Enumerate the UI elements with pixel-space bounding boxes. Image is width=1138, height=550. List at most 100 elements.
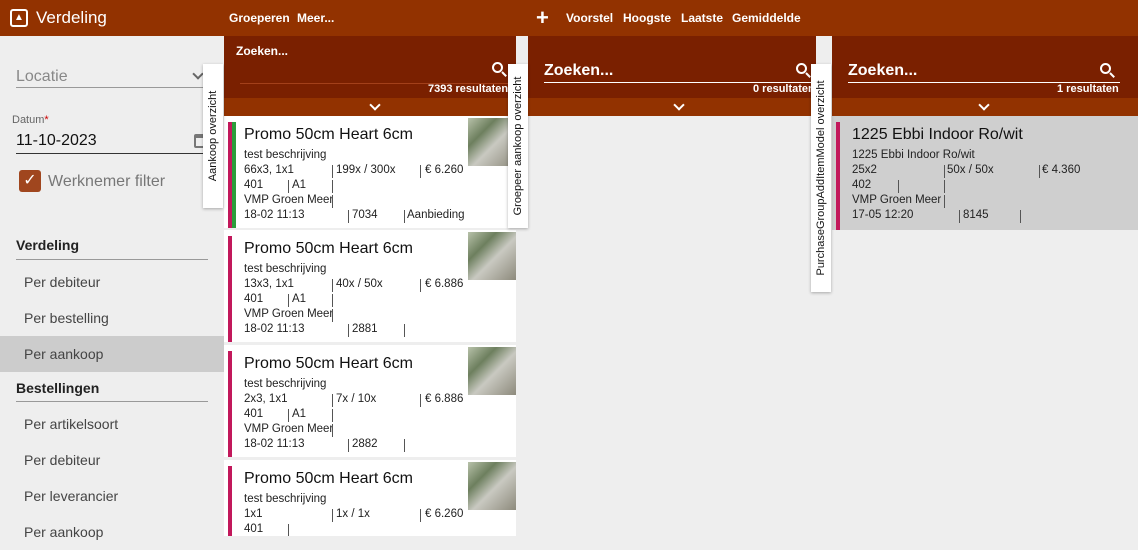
status-bar [228, 351, 232, 457]
divider [288, 294, 289, 307]
purchase-group-add-item-column: Zoeken... 1 resultaten 1225 Ebbi Indoor … [832, 36, 1138, 536]
divider [420, 279, 421, 292]
divider [332, 165, 333, 178]
employee-filter-checkbox[interactable]: ✓ [19, 170, 41, 192]
nav-item-per-artikelsoort[interactable]: Per artikelsoort [0, 406, 224, 442]
collapse-bar[interactable] [224, 98, 516, 116]
app-title-text: Verdeling [36, 8, 107, 27]
location-select[interactable]: Locatie [16, 66, 208, 88]
date-field[interactable]: 11-10-2023 [16, 132, 208, 154]
card-title: 1225 Ebbi Indoor Ro/wit [852, 126, 1023, 143]
divider [332, 279, 333, 292]
card-supplier: VMP Groen Meer [244, 308, 334, 320]
divider [898, 180, 899, 193]
results-count: 0 resultaten [753, 83, 815, 95]
card-date: 18-02 11:13 [244, 209, 305, 221]
product-thumbnail [468, 462, 516, 510]
search-icon[interactable] [1100, 63, 1116, 79]
divider [404, 324, 405, 337]
card-number: 7034 [352, 209, 378, 221]
card-date: 18-02 11:13 [244, 323, 305, 335]
card-supplier: VMP Groen Meer [852, 194, 942, 206]
section-bestellingen: Bestellingen [16, 380, 100, 396]
divider [404, 439, 405, 452]
card-number: 8145 [963, 209, 989, 221]
proposal-button[interactable]: Voorstel [566, 0, 613, 36]
search-icon[interactable] [796, 63, 812, 79]
card-grade: A1 [292, 293, 307, 305]
top-app-bar: ▲ Verdeling Groeperen Meer... + Voorstel… [0, 0, 1138, 36]
card-qty: 25x2 [852, 164, 877, 176]
last-button[interactable]: Laatste [681, 0, 723, 36]
column-header: Zoeken... 7393 resultaten [224, 36, 516, 116]
employee-filter-label: Werknemer filter [48, 173, 166, 190]
nav-item-per-debiteur[interactable]: Per debiteur [0, 264, 224, 300]
tab-label: Aankoop overzicht [207, 90, 219, 182]
tab-purchasegroup-additem-overzicht[interactable]: PurchaseGroupAddItemModel overzicht [811, 64, 831, 292]
card-price-ratio: 50x / 50x [947, 164, 994, 176]
list-item[interactable]: Promo 50cm Heart 6cm test beschrijving 1… [224, 460, 516, 536]
section-verdeling: Verdeling [16, 237, 80, 253]
app-title[interactable]: ▲ Verdeling [10, 0, 107, 36]
card-code: 401 [244, 523, 264, 535]
more-button[interactable]: Meer... [297, 0, 334, 36]
card-code: 401 [244, 179, 264, 191]
list-item[interactable]: Promo 50cm Heart 6cm test beschrijving 1… [224, 230, 516, 342]
divider [348, 439, 349, 452]
nav-item-per-aankoop[interactable]: Per aankoop [0, 336, 224, 372]
status-bar [228, 236, 232, 342]
card-price-ratio: 199x / 300x [336, 164, 396, 176]
collapse-bar[interactable] [528, 98, 816, 116]
card-description: test beschrijving [244, 263, 327, 275]
product-thumbnail [468, 347, 516, 395]
date-label: Datum* [12, 114, 49, 126]
group-purchase-overview-column: Zoeken... 0 resultaten [528, 36, 816, 536]
nav-item-per-debiteur-2[interactable]: Per debiteur [0, 442, 224, 478]
tab-aankoop-overzicht[interactable]: Aankoop overzicht [203, 64, 223, 208]
highest-button[interactable]: Hoogste [623, 0, 671, 36]
location-placeholder: Locatie [16, 68, 68, 85]
divider [1039, 165, 1040, 178]
results-count: 7393 resultaten [428, 83, 509, 95]
divider [332, 309, 333, 322]
search-input[interactable]: Zoeken... [848, 62, 917, 80]
search-input[interactable]: Zoeken... [236, 44, 288, 58]
divider [288, 180, 289, 193]
tab-label: PurchaseGroupAddItemModel overzicht [815, 80, 827, 276]
add-button[interactable]: + [536, 3, 549, 33]
card-description: 1225 Ebbi Indoor Ro/wit [852, 149, 975, 161]
divider [288, 409, 289, 422]
card-price: € 6.260 [425, 164, 464, 176]
column-header: Zoeken... 1 resultaten [832, 36, 1138, 116]
card-title: Promo 50cm Heart 6cm [244, 355, 413, 372]
card-qty: 66x3, 1x1 [244, 164, 294, 176]
card-title: Promo 50cm Heart 6cm [244, 240, 413, 257]
list-item[interactable]: 1225 Ebbi Indoor Ro/wit 1225 Ebbi Indoor… [832, 116, 1138, 230]
divider [332, 195, 333, 208]
tab-label: Groepeer aankoop overzicht [512, 76, 524, 216]
column-header: Zoeken... 0 resultaten [528, 36, 816, 116]
nav-item-per-bestelling[interactable]: Per bestelling [0, 300, 224, 336]
tab-groepeer-aankoop-overzicht[interactable]: Groepeer aankoop overzicht [508, 64, 528, 228]
home-icon: ▲ [10, 9, 28, 27]
nav-item-per-aankoop-2[interactable]: Per aankoop [0, 514, 224, 550]
divider [944, 195, 945, 208]
search-icon[interactable] [492, 62, 508, 78]
list-item[interactable]: Promo 50cm Heart 6cm test beschrijving 2… [224, 345, 516, 457]
card-qty: 13x3, 1x1 [244, 278, 294, 290]
card-price-ratio: 7x / 10x [336, 393, 377, 405]
card-number: 2881 [352, 323, 378, 335]
card-supplier: VMP Groen Meer [244, 194, 334, 206]
card-qty: 1x1 [244, 508, 263, 520]
list-item[interactable]: Promo 50cm Heart 6cm test beschrijving 6… [224, 116, 516, 228]
nav-item-per-leverancier[interactable]: Per leverancier [0, 478, 224, 514]
chevron-down-icon [192, 68, 204, 80]
divider [348, 210, 349, 223]
section-divider [16, 259, 208, 260]
status-bar [228, 466, 232, 536]
search-input[interactable]: Zoeken... [544, 62, 613, 80]
group-button[interactable]: Groeperen [229, 0, 290, 36]
divider [420, 394, 421, 407]
divider [959, 210, 960, 223]
average-button[interactable]: Gemiddelde [732, 0, 801, 36]
